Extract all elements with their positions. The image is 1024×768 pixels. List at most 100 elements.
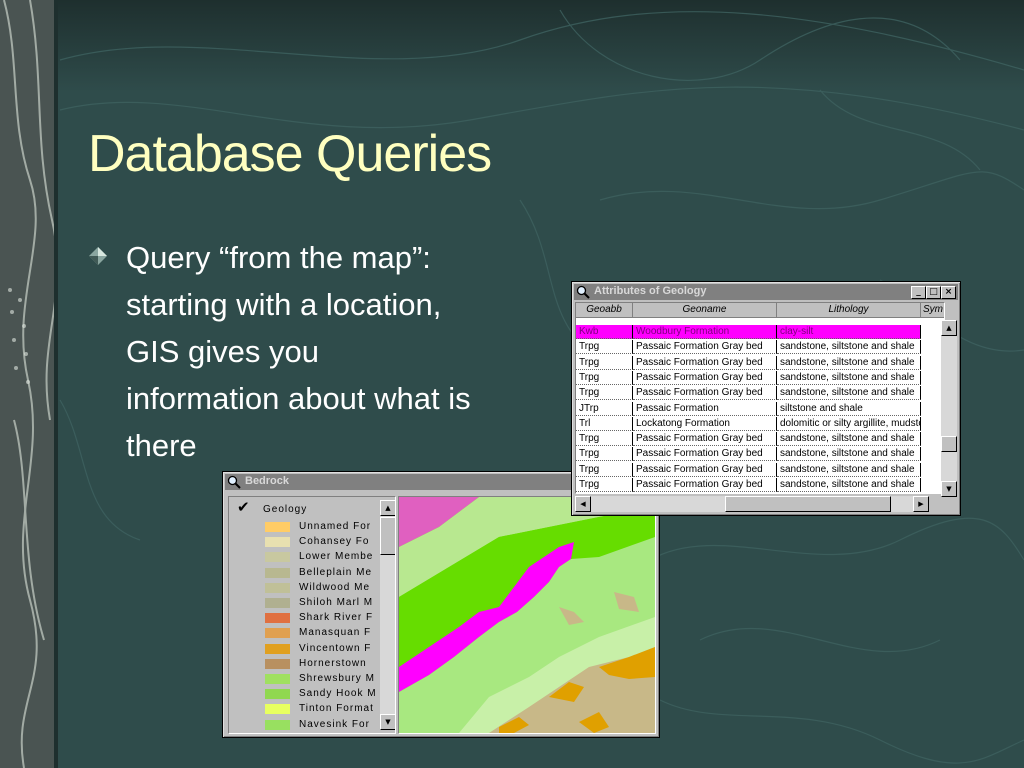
table-cell: Lockatong Formation: [633, 416, 777, 431]
legend-item[interactable]: Cohansey Fo: [265, 535, 395, 550]
scroll-up-button[interactable]: ▲: [380, 500, 395, 516]
table-row[interactable]: JTrpPassaic Formationsiltstone and shale: [576, 401, 942, 417]
table-cell: sandstone, siltstone and shale: [777, 386, 921, 401]
table-horizontal-scrollbar[interactable]: ◀ ▶: [575, 496, 929, 512]
selected-table-row[interactable]: Kwb Woodbury Formation clay-silt: [576, 325, 942, 340]
table-cell: sandstone, siltstone and shale: [777, 478, 921, 492]
legend-item[interactable]: Wildwood Me: [265, 581, 395, 596]
bullet-text: Query “from the map”: starting with a lo…: [126, 234, 526, 469]
table-cell: dolomitic or silty argillite, mudstone: [777, 416, 921, 431]
legend-item[interactable]: Hornerstown: [265, 657, 395, 672]
table-cell: Passaic Formation: [633, 401, 777, 416]
geology-map[interactable]: [398, 496, 656, 734]
legend-label: Cohansey Fo: [299, 536, 370, 548]
table-cell: Passaic Formation: [633, 493, 777, 494]
table-row[interactable]: Trpg Passaic Formation Gray bed sandstone,…: [576, 340, 942, 355]
maximize-button[interactable]: □: [926, 286, 941, 299]
legend-item[interactable]: Belleplain Me: [265, 566, 395, 581]
legend-item[interactable]: Tinton Format: [265, 702, 395, 717]
table-row[interactable]: Trpg Passaic Formation Gray bed sandstone,…: [576, 432, 942, 447]
column-header-lithology[interactable]: Lithology: [777, 303, 921, 318]
scroll-up-button[interactable]: ▲: [941, 320, 957, 336]
legend-label: Manasquan F: [299, 627, 372, 639]
legend-item[interactable]: Vincentown F: [265, 642, 395, 657]
table-cell: Trl: [576, 416, 633, 431]
legend-item[interactable]: Navesink For: [265, 718, 395, 733]
table-cell: Trpg: [576, 370, 633, 385]
table-row[interactable]: Trpg Passaic Formation Gray bed sandstone,…: [576, 478, 942, 493]
legend-swatch: [265, 598, 290, 608]
table-cell: JTrp: [576, 401, 633, 416]
legend-item[interactable]: Shiloh Marl M: [265, 596, 395, 611]
table-cell: Trpg: [576, 432, 633, 447]
legend-label: Navesink For: [299, 718, 370, 730]
legend-item[interactable]: Lower Membe: [265, 550, 395, 565]
table-cell: Passaic Formation Gray bed: [633, 386, 777, 401]
legend-item[interactable]: Manasquan F: [265, 626, 395, 641]
bullet-line: starting with a location,: [126, 287, 442, 322]
bullet-line: Query “from the map”:: [126, 240, 431, 275]
bullet-line: there: [126, 428, 197, 463]
attributes-window[interactable]: Attributes of Geology _ □ × Geoabb Geona…: [571, 281, 961, 516]
table-cell: Trpg: [576, 340, 633, 355]
table-cell: Passaic Formation Gray bed: [633, 447, 777, 462]
table-row[interactable]: Trpg Passaic Formation Gray bed sandstone,…: [576, 386, 942, 401]
legend-label: Wildwood Me: [299, 581, 371, 593]
table-cell: Passaic Formation Gray bed: [633, 370, 777, 385]
legend-item[interactable]: Shrewsbury M: [265, 672, 395, 687]
legend-item[interactable]: Shark River F: [265, 611, 395, 626]
legend-label: Shiloh Marl M: [299, 597, 374, 608]
table-row[interactable]: Trpg Passaic Formation Gray bed sandstone,…: [576, 462, 942, 478]
legend-scrollbar[interactable]: ▲ ▼: [380, 500, 395, 730]
scroll-thumb[interactable]: [941, 436, 957, 452]
legend-item[interactable]: Sandy Hook M: [265, 687, 395, 702]
legend-swatch: [265, 628, 290, 639]
scroll-right-button[interactable]: ▶: [913, 496, 929, 512]
legend-label: Lower Membe: [299, 551, 374, 563]
legend-swatch: [265, 582, 290, 593]
table-row[interactable]: Trpg Passaic Formation Gray bed sandstone,…: [576, 447, 942, 462]
attribute-table[interactable]: Geoabb Geoname Lithology Sym Kwb Woodbury…: [575, 302, 945, 494]
table-row[interactable]: JTrpPassaic Formationsiltstone and shale: [576, 493, 942, 494]
legend-label: Hornerstown: [299, 657, 367, 669]
legend-swatch: [265, 552, 290, 563]
scroll-down-button[interactable]: ▼: [380, 714, 395, 730]
column-header-geoname[interactable]: Geoname: [633, 303, 777, 318]
scroll-left-button[interactable]: ◀: [575, 496, 591, 512]
magnifier-icon: [227, 475, 241, 489]
legend-label: Vincentown F: [299, 642, 372, 654]
bullet-icon: [89, 247, 107, 265]
table-cell: Kwb: [576, 325, 633, 339]
table-cell: sandstone, siltstone and shale: [777, 462, 921, 477]
checkmark-icon[interactable]: ✔: [237, 498, 250, 516]
legend-label: Shark River F: [299, 612, 374, 624]
table-row[interactable]: Trl Lockatong Formation dolomitic or silty…: [576, 416, 942, 432]
table-cell: Trpg: [576, 355, 633, 370]
table-row[interactable]: Trpg Passaic Formation Gray bed sandstone,…: [576, 370, 942, 386]
minimize-button[interactable]: _: [911, 286, 926, 299]
legend-item[interactable]: Unnamed For: [265, 520, 395, 535]
table-cell: Passaic Formation Gray bed: [633, 432, 777, 447]
table-header: Geoabb Geoname Lithology Sym: [576, 303, 944, 318]
legend-label: Shrewsbury M: [299, 673, 375, 684]
table-cell: Trpg: [576, 447, 633, 462]
geology-legend[interactable]: ✔ Geology Unnamed For Cohansey Fo Lower Me…: [228, 496, 396, 734]
table-cell: Woodbury Formation: [633, 325, 777, 339]
bedrock-title: Bedrock: [245, 475, 290, 487]
table-cell: sandstone, siltstone and shale: [777, 370, 921, 385]
scroll-thumb[interactable]: [380, 517, 395, 555]
table-cell: siltstone and shale: [777, 493, 921, 494]
attributes-title-bar[interactable]: Attributes of Geology _ □ ×: [574, 284, 958, 300]
scroll-down-button[interactable]: ▼: [941, 481, 957, 497]
table-row[interactable]: Trpg Passaic Formation Gray bed sandstone,…: [576, 355, 942, 371]
close-button[interactable]: ×: [941, 286, 956, 299]
table-cell: Trpg: [576, 462, 633, 477]
column-header-geoabb[interactable]: Geoabb: [576, 303, 633, 318]
attributes-title: Attributes of Geology: [594, 285, 707, 297]
table-vertical-scrollbar[interactable]: ▲ ▼: [941, 320, 957, 497]
bullet-line: GIS gives you: [126, 334, 319, 369]
scroll-thumb[interactable]: [725, 496, 891, 512]
column-header-sym[interactable]: Sym: [921, 303, 944, 318]
table-cell: JTrp: [576, 493, 633, 494]
legend-label: Belleplain Me: [299, 566, 373, 578]
